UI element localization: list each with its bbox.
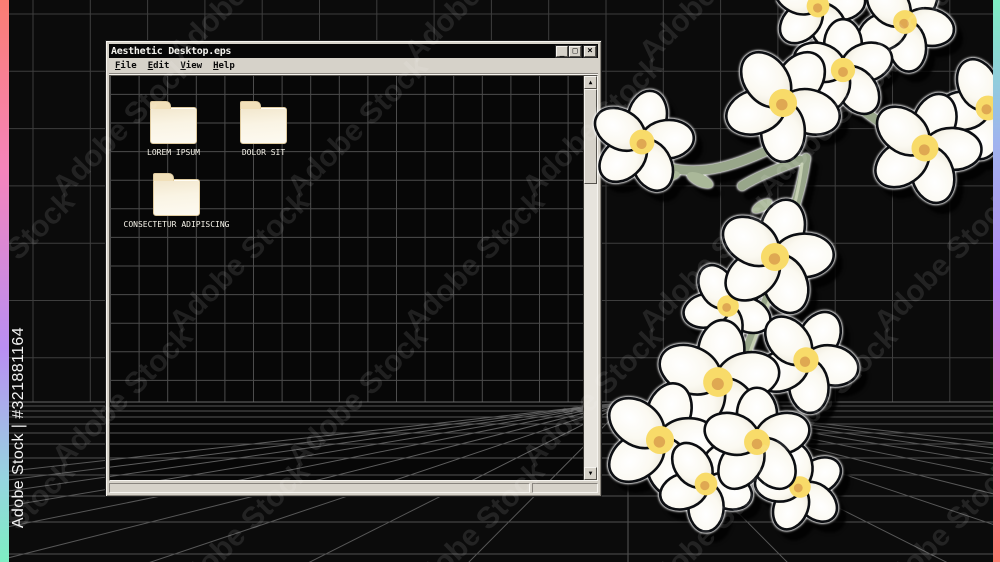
flowers-illustration	[593, 0, 1000, 533]
right-gradient-strip	[993, 0, 1000, 562]
flower-center-detail	[838, 67, 848, 77]
desktop-scene: Aesthetic Desktop.eps _ □ × File Edit View…	[0, 0, 1000, 562]
flower-center-detail	[751, 438, 763, 450]
flower	[593, 89, 696, 193]
stock-id-text: Adobe Stock | #321881164	[10, 327, 27, 529]
stem	[737, 155, 805, 191]
flower-blooms	[593, 0, 1000, 533]
left-gradient-strip	[0, 0, 9, 562]
